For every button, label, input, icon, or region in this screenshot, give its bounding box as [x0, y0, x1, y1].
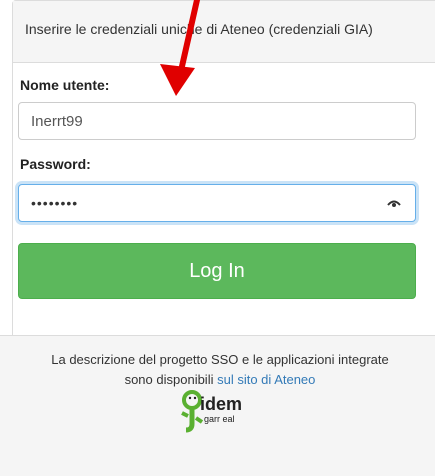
idem-logo-subtext: garr eal — [204, 414, 235, 424]
username-label: Nome utente: — [20, 77, 110, 93]
password-input[interactable]: •••••••• — [18, 184, 416, 222]
username-input[interactable]: Inerrt99 — [18, 102, 416, 140]
ateneo-site-link[interactable]: sul sito di Ateneo — [217, 372, 315, 387]
password-masked-value: •••••••• — [31, 195, 79, 211]
eye-icon[interactable] — [387, 196, 401, 210]
login-button[interactable]: Log In — [18, 243, 416, 299]
idem-logo: idem garr eal — [181, 390, 242, 433]
username-value: Inerrt99 — [31, 112, 83, 130]
footer-text-line1: La descrizione del progetto SSO e le app… — [51, 352, 389, 367]
footer-text-prefix: sono disponibili — [124, 372, 214, 387]
footer-text: La descrizione del progetto SSO e le app… — [25, 350, 415, 390]
password-label: Password: — [20, 156, 91, 172]
panel-heading: Inserire le credenziali uniche di Ateneo… — [13, 1, 435, 63]
idem-logo-text: idem — [200, 394, 242, 414]
